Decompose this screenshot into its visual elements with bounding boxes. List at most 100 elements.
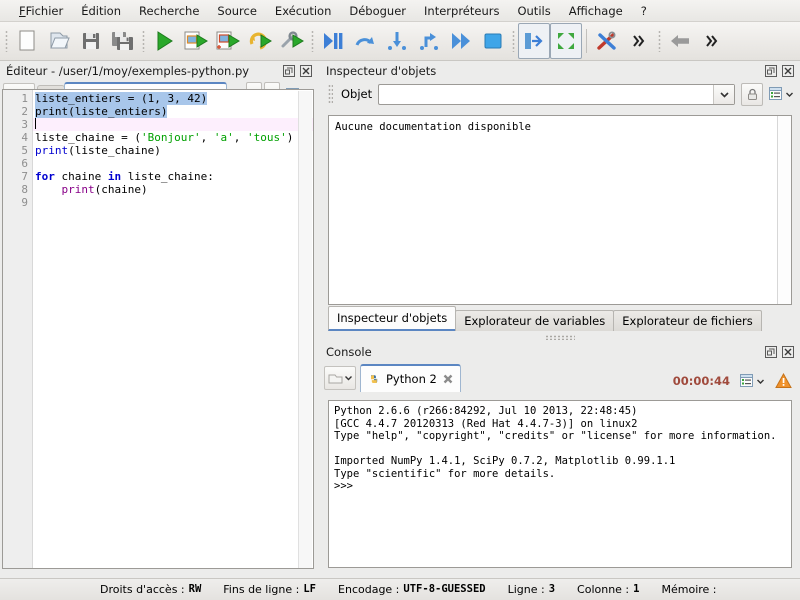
save-all-button[interactable] <box>107 23 139 59</box>
editor-vertical-scrollbar[interactable] <box>298 91 312 568</box>
console-tab-close-icon[interactable] <box>442 373 454 385</box>
preferences-button[interactable] <box>591 23 623 59</box>
console-browse-button[interactable] <box>324 366 356 390</box>
editor-close-button[interactable] <box>299 65 312 78</box>
code-token: (liste_chaine) <box>68 144 161 157</box>
status-memory-label: Mémoire : <box>661 583 717 596</box>
debug-step-over-button[interactable] <box>349 23 381 59</box>
code-token: print <box>61 183 95 196</box>
console-options-button[interactable] <box>730 374 771 392</box>
inspector-options-button[interactable] <box>769 87 794 101</box>
run-cell-button[interactable] <box>212 23 244 59</box>
debug-continue-button[interactable] <box>445 23 477 59</box>
menu-execution-label: Exécution <box>274 3 332 18</box>
python-icon <box>367 372 381 386</box>
code-line[interactable]: print(liste_chaine) <box>33 144 313 157</box>
console-pane: Console Python 2 00:00:44 Python 2.6.6 (… <box>320 342 800 575</box>
code-token: for <box>35 170 55 183</box>
horizontal-splitter-grip[interactable] <box>545 335 575 340</box>
toolbar-handle-4[interactable] <box>509 24 518 58</box>
code-token: in <box>107 170 122 183</box>
menu-source[interactable]: Source <box>208 2 266 20</box>
overflow-chevron-icon <box>631 33 647 49</box>
line-number-gutter: 1 2 3 4 5 6 7 8 9 <box>3 90 33 568</box>
inspector-undock-button[interactable] <box>764 65 777 78</box>
debug-step-out-button[interactable] <box>413 23 445 59</box>
menu-outils[interactable]: Outils <box>508 2 559 20</box>
code-line[interactable]: print(liste_entiers) <box>33 105 313 118</box>
toolbar-handle-5[interactable] <box>655 24 664 58</box>
toolbar-handle-2[interactable] <box>139 24 148 58</box>
console-tab-python2[interactable]: Python 2 <box>360 364 461 392</box>
code-token: 'tous' <box>246 131 287 144</box>
code-line[interactable] <box>33 196 313 209</box>
console-warning-button[interactable] <box>771 373 796 392</box>
new-file-button[interactable] <box>11 23 43 59</box>
inspector-drag-grip[interactable] <box>328 84 333 104</box>
menu-edition[interactable]: Édition <box>72 2 130 20</box>
debug-stop-button[interactable] <box>477 23 509 59</box>
menu-interpreteurs[interactable]: Interpréteurs <box>415 2 508 20</box>
chevron-down-icon <box>785 90 794 99</box>
toolbar-handle-1[interactable] <box>2 24 11 58</box>
status-eol-label: Fins de ligne : <box>223 583 300 596</box>
back-button[interactable] <box>664 23 696 59</box>
chevron-down-icon <box>756 377 765 386</box>
toolbar-separator-line <box>582 24 591 58</box>
debug-step-into-button[interactable] <box>381 23 413 59</box>
code-token: , <box>233 131 247 144</box>
menu-interpreteurs-label: Interpréteurs <box>424 3 500 18</box>
menu-fichier[interactable]: FFichier <box>10 2 72 20</box>
object-input[interactable] <box>379 86 713 102</box>
line-number: 8 <box>21 183 28 196</box>
lock-icon <box>746 88 759 101</box>
open-file-button[interactable] <box>43 23 75 59</box>
inspector-lock-button[interactable] <box>741 82 763 106</box>
maximize-pane-button[interactable] <box>518 23 550 59</box>
console-output[interactable]: Python 2.6.6 (r266:84292, Jul 10 2013, 2… <box>328 400 792 568</box>
tab-explorateur-de-fichiers[interactable]: Explorateur de fichiers <box>613 310 762 331</box>
editor-undock-button[interactable] <box>282 65 295 78</box>
toolbar-overflow-button[interactable] <box>623 23 655 59</box>
code-line[interactable]: for chaine in liste_chaine: <box>33 170 313 183</box>
menu-aide[interactable]: ? <box>632 2 656 20</box>
object-combobox-arrow[interactable] <box>713 84 734 104</box>
console-close-button[interactable] <box>781 346 794 359</box>
code-line[interactable]: print(chaine) <box>33 183 313 196</box>
tab-explorateur-de-variables[interactable]: Explorateur de variables <box>455 310 615 331</box>
fullscreen-button[interactable] <box>550 23 582 59</box>
save-file-button[interactable] <box>75 23 107 59</box>
code-line[interactable] <box>33 157 313 170</box>
run-selection-button[interactable] <box>180 23 212 59</box>
run-settings-button[interactable] <box>276 23 308 59</box>
debug-button[interactable] <box>317 23 349 59</box>
forward-overflow-button[interactable] <box>696 23 728 59</box>
back-arrow-icon <box>669 31 691 51</box>
code-token: liste_entiers = (1, 3, 42) <box>35 92 208 105</box>
code-token: liste_chaine: <box>121 170 214 183</box>
line-number: 4 <box>21 131 28 144</box>
console-undock-button[interactable] <box>764 346 777 359</box>
code-editor[interactable]: 1 2 3 4 5 6 7 8 9 liste_entiers = (1, 3,… <box>2 89 314 569</box>
menu-recherche[interactable]: Recherche <box>130 2 208 20</box>
warning-triangle-icon <box>775 373 792 389</box>
tab-label: Inspecteur d'objets <box>337 311 448 325</box>
open-file-icon <box>48 29 70 53</box>
documentation-box[interactable]: Aucune documentation disponible <box>328 115 792 305</box>
re-run-button[interactable] <box>244 23 276 59</box>
code-text[interactable]: liste_entiers = (1, 3, 42) print(liste_en… <box>33 90 313 568</box>
menu-affichage[interactable]: Affichage <box>560 2 632 20</box>
tab-inspecteur-dobjets[interactable]: Inspecteur d'objets <box>328 306 457 331</box>
object-combobox[interactable] <box>378 83 735 105</box>
menu-deboguer[interactable]: Déboguer <box>340 2 415 20</box>
menu-execution[interactable]: Exécution <box>266 2 340 20</box>
code-line[interactable]: liste_entiers = (1, 3, 42) <box>33 92 313 105</box>
console-title: Console <box>326 345 372 359</box>
documentation-scrollbar[interactable] <box>777 116 791 304</box>
status-bar: Droits d'accès : RW Fins de ligne : LF E… <box>0 578 800 600</box>
inspector-close-button[interactable] <box>781 65 794 78</box>
code-line[interactable]: liste_chaine = ('Bonjour', 'a', 'tous') <box>33 131 313 144</box>
toolbar-handle-3[interactable] <box>308 24 317 58</box>
run-button[interactable] <box>148 23 180 59</box>
code-line[interactable] <box>33 118 313 131</box>
